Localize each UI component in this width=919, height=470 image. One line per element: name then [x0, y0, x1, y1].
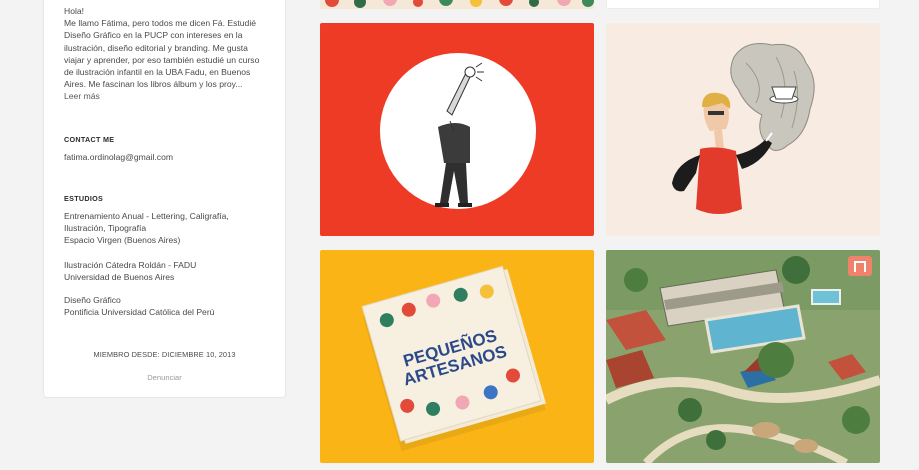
study-line: Entrenamiento Anual - Lettering, Caligra… [64, 211, 229, 221]
read-more-link[interactable]: Leer más [64, 91, 100, 101]
study-line: Diseño Gráfico [64, 295, 121, 305]
project-tile-partial-right[interactable] [606, 0, 880, 9]
illustration-book-cover: PEQUEÑOS ARTESANOS [320, 250, 594, 463]
study-line: Ilustración Cátedra Roldán - FADU [64, 260, 197, 270]
bio-line: Me llamo Fátima, pero todos me dicen Fá.… [64, 18, 257, 29]
studies-title: ESTUDIOS [64, 194, 104, 203]
contact-title: CONTACT ME [64, 135, 115, 144]
bio-line: viajar y aprender, por eso también estud… [64, 54, 260, 65]
study-line: Ilustración, Tipografía [64, 223, 147, 233]
illustration-man-in-circle [320, 23, 594, 236]
bio-line: de ilustración infantil en la UBA Fadu, … [64, 67, 251, 78]
illustration-aerial-village [606, 250, 880, 463]
study-line: Espacio Virgen (Buenos Aires) [64, 235, 181, 245]
profile-card: Hola! Me llamo Fátima, pero todos me dic… [43, 0, 286, 398]
project-tile-red-circle[interactable] [320, 23, 594, 236]
bio-line: ilustración, diseño editorial y branding… [64, 42, 248, 53]
profile-bio: Hola! Me llamo Fátima, pero todos me dic… [64, 5, 269, 103]
project-tile-woman[interactable] [606, 23, 880, 236]
project-tile-partial-left[interactable] [320, 0, 594, 9]
bio-line: Aires. Me fascinan los libros álbum y lo… [64, 79, 243, 90]
study-line: Universidad de Buenos Aires [64, 272, 175, 282]
bio-line: Hola! [64, 6, 85, 16]
member-since: MIEMBRO DESDE: DICIEMBRE 10, 2013 [93, 350, 236, 359]
illustration-woman-smoke [606, 23, 880, 236]
contact-email[interactable]: fatima.ordinolag@gmail.com [64, 151, 173, 163]
report-link[interactable]: Denunciar [44, 373, 285, 382]
tile-pattern-image [320, 0, 594, 9]
bio-line: Diseño Gráfico en la PUCP con intereses … [64, 30, 243, 41]
project-tile-book[interactable]: PEQUEÑOS ARTESANOS [320, 250, 594, 463]
project-tile-landscape[interactable] [606, 250, 880, 463]
study-line: Pontificia Universidad Católica del Perú [64, 307, 215, 317]
